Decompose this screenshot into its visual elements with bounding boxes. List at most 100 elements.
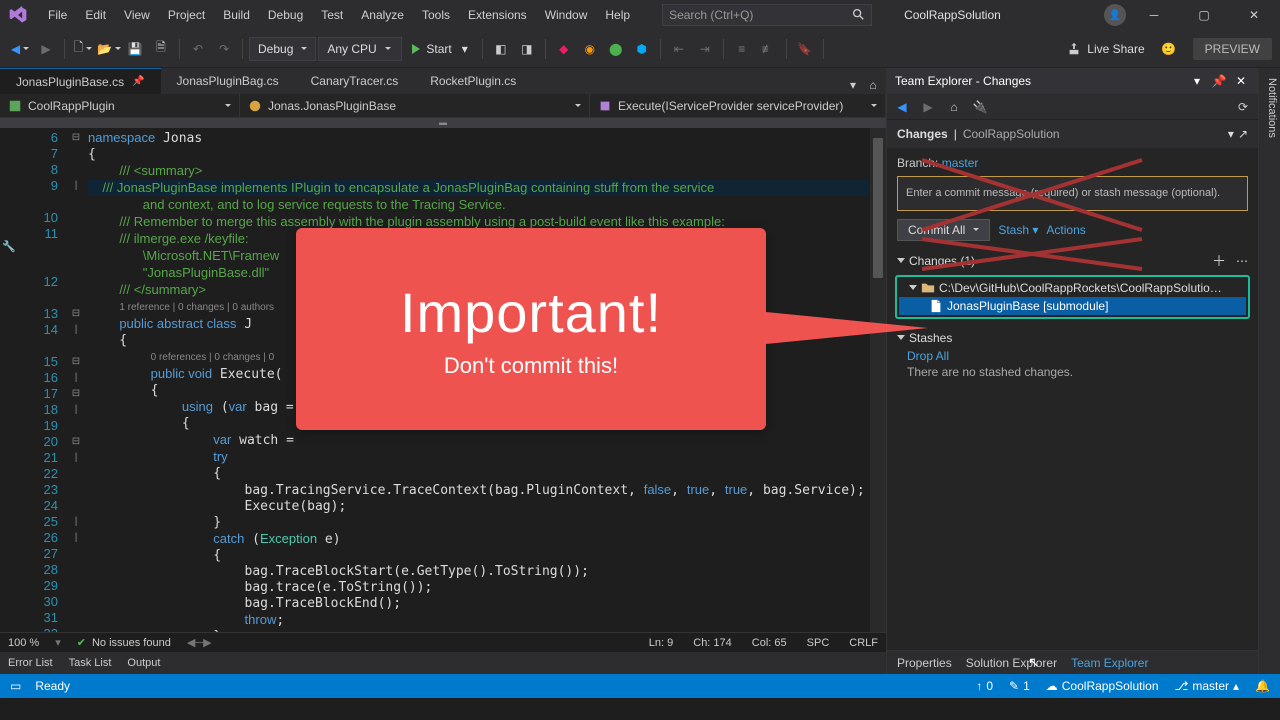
- nav-member-combo[interactable]: Execute(IServiceProvider serviceProvider…: [590, 94, 886, 117]
- save-all-button[interactable]: 🗎: [149, 37, 173, 61]
- vertical-scrollbar[interactable]: [870, 128, 886, 632]
- te-refresh-button[interactable]: ⟳: [1234, 98, 1252, 116]
- solution-indicator[interactable]: ☁ CoolRappSolution: [1046, 679, 1159, 693]
- changes-section-header[interactable]: Changes (1) ＋ ⋯: [897, 251, 1248, 271]
- te-pin[interactable]: 📌: [1210, 74, 1228, 88]
- branch-indicator[interactable]: ⎇ master ▴: [1175, 679, 1240, 693]
- ext-btn-1[interactable]: ◆: [552, 37, 576, 61]
- te-forward-button[interactable]: ▶: [919, 98, 937, 116]
- new-project-button[interactable]: 🗋: [71, 37, 95, 61]
- save-button[interactable]: 💾: [123, 37, 147, 61]
- user-avatar[interactable]: 👤: [1104, 4, 1126, 26]
- window-close[interactable]: ✕: [1232, 0, 1276, 30]
- menu-analyze[interactable]: Analyze: [353, 4, 412, 26]
- tbtn-indent-out[interactable]: ⇤: [667, 37, 691, 61]
- editor-navbar: CoolRappPlugin Jonas.JonasPluginBase Exe…: [0, 94, 886, 118]
- chevron-down-icon: [897, 258, 905, 263]
- open-button[interactable]: 📂: [97, 37, 121, 61]
- tbtn-2[interactable]: ◨: [515, 37, 539, 61]
- menu-extensions[interactable]: Extensions: [460, 4, 535, 26]
- standard-toolbar: ◀ ▶ 🗋 📂 💾 🗎 ↶ ↷ Debug Any CPU Start▾ ◧ ◨…: [0, 30, 1280, 68]
- tab-tasklist[interactable]: Task List: [69, 657, 112, 669]
- ext-btn-2[interactable]: ◉: [578, 37, 602, 61]
- tablist-dropdown[interactable]: ▾: [844, 76, 862, 94]
- main-menu[interactable]: File Edit View Project Build Debug Test …: [40, 4, 638, 26]
- tab-rocketplugin[interactable]: RocketPlugin.cs: [414, 68, 532, 94]
- bookmark-button[interactable]: 🔖: [793, 37, 817, 61]
- window-minimize[interactable]: ─: [1132, 0, 1176, 30]
- tab-solution-explorer[interactable]: Solution Explorer: [966, 656, 1057, 670]
- nav-project-combo[interactable]: CoolRappPlugin: [0, 94, 240, 117]
- te-crumb-dropdown[interactable]: ▾: [1228, 127, 1234, 141]
- stashes-section-header[interactable]: Stashes: [897, 331, 1248, 345]
- comment-button[interactable]: ≡: [730, 37, 754, 61]
- solutions-config-combo[interactable]: Debug: [249, 37, 316, 61]
- indent-mode[interactable]: SPC: [807, 637, 830, 649]
- te-dropdown[interactable]: ▾: [1188, 74, 1206, 88]
- te-back-button[interactable]: ◀: [893, 98, 911, 116]
- publish-indicator[interactable]: ↑ 0: [976, 679, 993, 693]
- menu-help[interactable]: Help: [597, 4, 638, 26]
- uncomment-button[interactable]: ≢: [756, 37, 780, 61]
- te-popout[interactable]: ↗: [1238, 127, 1248, 141]
- changed-file-row[interactable]: JonasPluginBase [submodule]: [899, 297, 1246, 315]
- tab-output[interactable]: Output: [127, 657, 160, 669]
- line-ending[interactable]: CRLF: [849, 637, 878, 649]
- issues-text[interactable]: No issues found: [92, 637, 171, 649]
- stash-link[interactable]: Stash ▾: [998, 223, 1038, 237]
- tab-properties[interactable]: Properties: [897, 656, 952, 670]
- drop-all-link[interactable]: Drop All: [897, 349, 1248, 363]
- menu-file[interactable]: File: [40, 4, 75, 26]
- ext-btn-4[interactable]: ⬢: [630, 37, 654, 61]
- tbtn-1[interactable]: ◧: [489, 37, 513, 61]
- te-connect-button[interactable]: 🔌: [971, 98, 989, 116]
- tab-team-explorer[interactable]: Team Explorer: [1071, 656, 1148, 670]
- tbtn-indent-in[interactable]: ⇥: [693, 37, 717, 61]
- nav-class-combo[interactable]: Jonas.JonasPluginBase: [240, 94, 590, 117]
- pin-icon[interactable]: 📌: [132, 76, 144, 87]
- te-close[interactable]: ✕: [1232, 74, 1250, 88]
- error-nav[interactable]: ◀─▶: [187, 636, 212, 649]
- quick-launch-search[interactable]: Search (Ctrl+Q): [662, 4, 872, 26]
- menu-project[interactable]: Project: [160, 4, 213, 26]
- menu-debug[interactable]: Debug: [260, 4, 311, 26]
- live-share-button[interactable]: Live Share: [1067, 42, 1144, 56]
- notifications-toolwindow-tab[interactable]: Notifications: [1258, 68, 1280, 674]
- pending-changes-indicator[interactable]: ✎ 1: [1009, 679, 1030, 693]
- preview-button[interactable]: PREVIEW: [1193, 38, 1272, 60]
- start-debug-button[interactable]: Start▾: [404, 37, 475, 61]
- menu-tools[interactable]: Tools: [414, 4, 458, 26]
- branch-link[interactable]: master: [942, 156, 979, 170]
- menu-view[interactable]: View: [116, 4, 158, 26]
- menu-test[interactable]: Test: [313, 4, 351, 26]
- tab-jonaspluginbag[interactable]: JonasPluginBag.cs: [161, 68, 295, 94]
- tab-jonaspluginbase[interactable]: JonasPluginBase.cs📌: [0, 68, 161, 94]
- notifications-bell-icon[interactable]: 🔔: [1255, 679, 1270, 693]
- caret-char: Ch: 174: [693, 637, 732, 649]
- menu-window[interactable]: Window: [537, 4, 596, 26]
- te-home-button[interactable]: ⌂: [945, 98, 963, 116]
- feedback-button[interactable]: 🙂: [1157, 37, 1181, 61]
- nav-back-button[interactable]: ◀: [8, 37, 32, 61]
- tab-home-button[interactable]: ⌂: [864, 76, 882, 94]
- changes-menu[interactable]: ⋯: [1236, 254, 1248, 268]
- stage-all-button[interactable]: ＋: [1212, 251, 1226, 271]
- solutions-platform-combo[interactable]: Any CPU: [318, 37, 402, 61]
- redo-button[interactable]: ↷: [212, 37, 236, 61]
- zoom-level[interactable]: 100 %: [8, 637, 39, 649]
- menu-edit[interactable]: Edit: [77, 4, 114, 26]
- commit-message-input[interactable]: Enter a commit message (required) or sta…: [897, 176, 1248, 211]
- commit-all-button[interactable]: Commit All: [897, 219, 990, 241]
- ext-btn-3[interactable]: ⬤: [604, 37, 628, 61]
- team-explorer-breadcrumb[interactable]: Changes|CoolRappSolution ▾ ↗: [887, 120, 1258, 148]
- tab-canarytracer[interactable]: CanaryTracer.cs: [295, 68, 415, 94]
- menu-build[interactable]: Build: [215, 4, 258, 26]
- fold-column[interactable]: ⊟|⊟|⊟|⊟|⊟|||: [68, 128, 84, 632]
- undo-button[interactable]: ↶: [186, 37, 210, 61]
- actions-link[interactable]: Actions: [1046, 223, 1085, 237]
- editor-split-handle[interactable]: ▬: [0, 118, 886, 128]
- changes-root-folder[interactable]: C:\Dev\GitHub\CoolRappRockets\CoolRappSo…: [899, 279, 1246, 297]
- tab-errorlist[interactable]: Error List: [8, 657, 53, 669]
- window-maximize[interactable]: ▢: [1182, 0, 1226, 30]
- nav-forward-button[interactable]: ▶: [34, 37, 58, 61]
